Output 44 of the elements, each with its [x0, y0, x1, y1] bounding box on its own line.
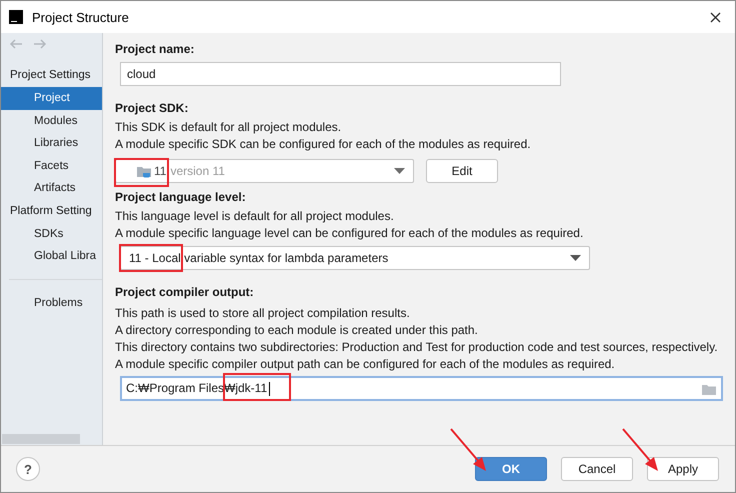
jdk-folder-icon — [136, 164, 152, 178]
edit-button[interactable]: Edit — [426, 159, 498, 183]
project-name-field[interactable]: cloud — [120, 62, 561, 86]
close-icon[interactable] — [710, 12, 721, 22]
section-label: Project language level: — [115, 189, 247, 206]
sidebar-item[interactable]: Global Libra — [1, 245, 102, 268]
sidebar-item[interactable]: Project — [1, 87, 102, 110]
sidebar-item[interactable]: Libraries — [1, 132, 102, 154]
window-title: Project Structure — [32, 10, 130, 24]
section-header: Platform Setting — [9, 204, 93, 218]
dropdown-value: 11 - Local variable syntax for lambda parameters — [129, 251, 388, 265]
description-text: A module specific compiler output path can be configured for each of the modules as required. — [115, 356, 616, 373]
sdk-name: 11 — [154, 164, 166, 178]
help-button[interactable]: ? — [16, 457, 40, 481]
section-header: Project Settings — [9, 68, 92, 83]
text-cursor — [269, 382, 270, 396]
sidebar-item[interactable]: SDKs — [1, 222, 102, 245]
sidebar-item[interactable]: Modules — [1, 110, 102, 132]
language-level-dropdown[interactable]: 11 - Local variable syntax for lambda parameters — [120, 246, 590, 270]
sidebar-item[interactable]: Facets — [1, 154, 102, 177]
section-label: Project SDK: — [115, 100, 190, 117]
section-label: Project compiler output: — [115, 284, 255, 301]
dialog-button[interactable]: Apply — [647, 457, 719, 481]
dropdown-caret-icon — [570, 255, 581, 261]
app-logo-icon — [9, 10, 23, 24]
sidebar-item[interactable]: Artifacts — [1, 177, 102, 200]
dropdown-caret-icon — [394, 168, 405, 174]
folder-icon[interactable] — [701, 383, 717, 396]
description-text: This directory contains two subdirectories: Production and Test for production code and test sources, respectively. — [115, 339, 719, 356]
sidebar-item[interactable]: Problems — [1, 292, 102, 314]
field-label: Project name: — [115, 41, 196, 58]
dialog-button[interactable]: OK — [475, 457, 547, 481]
description-text: This path is used to store all project compilation results. — [115, 305, 411, 322]
description-text: This SDK is default for all project modules. — [115, 119, 342, 136]
description-text: This language level is default for all project modules. — [115, 208, 395, 225]
sdk-dropdown[interactable]: 11 version 11 — [115, 159, 414, 183]
description-text: A module specific SDK can be configured for each of the modules as required. — [115, 136, 532, 153]
description-text: A module specific language level can be configured for each of the modules as required. — [115, 225, 584, 242]
sdk-version: version 11 — [170, 164, 225, 178]
forward-arrow-icon[interactable] — [33, 39, 47, 49]
back-arrow-icon[interactable] — [9, 39, 23, 49]
description-text: A directory corresponding to each module is created under this path. — [115, 322, 479, 339]
scrollbar[interactable] — [2, 434, 80, 444]
dialog-button[interactable]: Cancel — [561, 457, 633, 481]
